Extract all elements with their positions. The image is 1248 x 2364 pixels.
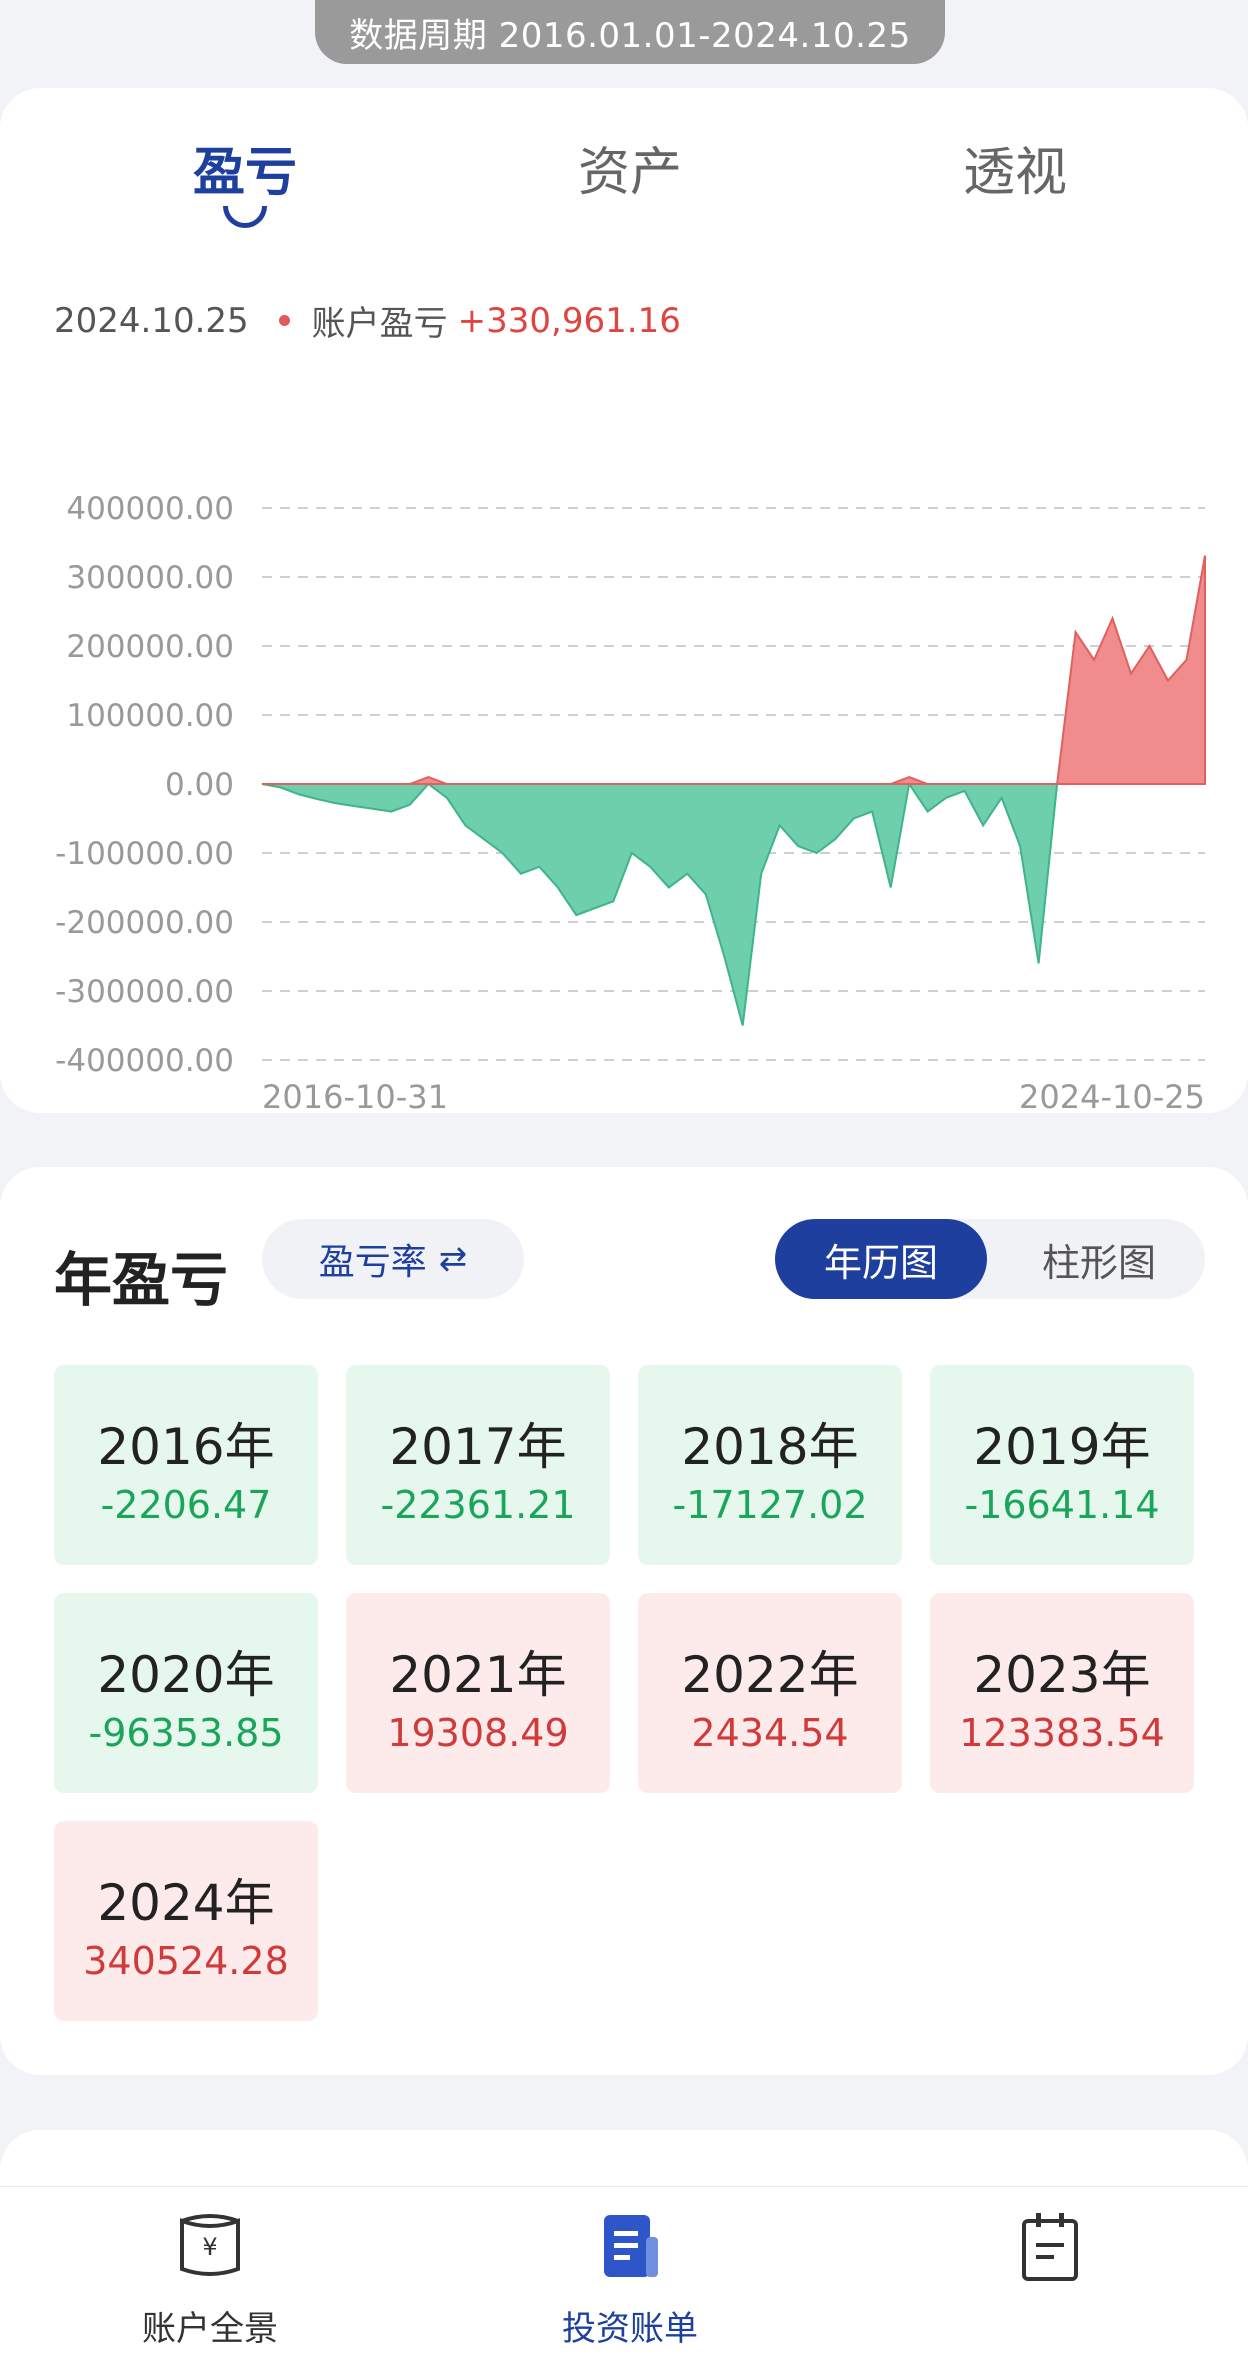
x-tick-label: 2016-10-31 — [262, 1078, 448, 1116]
pl-rate-toggle[interactable]: 盈亏率 ⇄ — [262, 1219, 524, 1299]
y-tick-label: 400000.00 — [66, 491, 234, 527]
tab-label: 资产 — [577, 143, 682, 203]
gain-area — [262, 555, 1206, 785]
tile-year: 2020年 — [97, 1646, 275, 1704]
toggle-label: 盈亏率 — [318, 1242, 427, 1283]
year-tile[interactable]: 2016年 -2206.47 — [54, 1365, 318, 1565]
y-tick-label: -300000.00 — [55, 974, 234, 1010]
y-tick-label: 100000.00 — [66, 698, 234, 734]
tab-label: 透视 — [962, 143, 1067, 203]
year-tile[interactable]: 2022年 2434.54 — [638, 1593, 902, 1793]
tile-value: -17127.02 — [672, 1483, 868, 1527]
tile-value: 340524.28 — [83, 1939, 289, 1983]
tile-year: 2017年 — [389, 1418, 567, 1476]
bill-document-icon — [604, 2215, 658, 2277]
y-tick-label: 200000.00 — [66, 629, 234, 665]
tile-year: 2018年 — [681, 1418, 859, 1476]
calendar-notepad-icon — [1022, 2213, 1078, 2281]
tile-value: 2434.54 — [691, 1711, 849, 1755]
year-tile[interactable]: 2019年 -16641.14 — [930, 1365, 1194, 1565]
wallet-yen-icon: ¥ — [180, 2214, 240, 2276]
tile-value: -96353.85 — [88, 1711, 284, 1755]
view-calendar[interactable]: 年历图 — [775, 1219, 987, 1299]
tile-value: -22361.21 — [380, 1483, 576, 1527]
tab-profit-loss[interactable]: 盈亏 — [145, 138, 345, 238]
pl-label: 账户盈亏 — [311, 304, 448, 344]
nav-account-overview[interactable]: ¥ 账户全景 — [80, 2207, 340, 2350]
pl-value: +330,961.16 — [457, 300, 681, 341]
pl-summary: 2024.10.25 账户盈亏 +330,961.16 — [54, 296, 681, 345]
tile-value: -2206.47 — [100, 1483, 272, 1527]
tile-year: 2024年 — [97, 1874, 275, 1932]
year-tile[interactable]: 2023年 123383.54 — [930, 1593, 1194, 1793]
swap-icon: ⇄ — [438, 1239, 468, 1279]
year-pl-card: 年盈亏 盈亏率 ⇄ 年历图 柱形图 2016年 -2206.47 2017年 -… — [0, 1167, 1248, 2075]
x-tick-label: 2024-10-25 — [1019, 1078, 1205, 1116]
svg-text:¥: ¥ — [202, 2233, 217, 2261]
nav-label: 账户全景 — [142, 2309, 278, 2349]
data-period-label: 数据周期 2016.01.01-2024.10.25 — [315, 0, 945, 64]
loss-area — [261, 781, 1205, 1026]
tile-value: 19308.49 — [387, 1711, 569, 1755]
tile-year: 2019年 — [973, 1418, 1151, 1476]
tile-year: 2021年 — [389, 1646, 567, 1704]
nav-notes[interactable] — [920, 2207, 1180, 2301]
nav-investment-bill[interactable]: 投资账单 — [500, 2207, 760, 2350]
year-tile[interactable]: 2018年 -17127.02 — [638, 1365, 902, 1565]
y-tick-label: -200000.00 — [55, 905, 234, 941]
year-tile[interactable]: 2024年 340524.28 — [54, 1821, 318, 2021]
year-tile[interactable]: 2017年 -22361.21 — [346, 1365, 610, 1565]
pl-area-chart[interactable]: 400000.00 300000.00 200000.00 100000.00 0.00… — [0, 396, 1248, 1116]
y-tick-label: 300000.00 — [66, 560, 234, 596]
active-tab-indicator — [223, 206, 267, 228]
tile-year: 2023年 — [973, 1646, 1151, 1704]
view-bar[interactable]: 柱形图 — [993, 1219, 1205, 1299]
pl-chart-card: 盈亏 资产 透视 2024.10.25 账户盈亏 +330,961.16 400… — [0, 88, 1248, 1116]
y-tick-label: 0.00 — [165, 767, 234, 803]
tile-value: -16641.14 — [964, 1483, 1160, 1527]
view-switch: 年历图 柱形图 — [775, 1219, 1205, 1299]
year-tile[interactable]: 2021年 19308.49 — [346, 1593, 610, 1793]
tab-label: 盈亏 — [192, 143, 297, 203]
tab-insight[interactable]: 透视 — [915, 138, 1115, 238]
legend-dot — [278, 315, 290, 326]
y-tick-label: -100000.00 — [55, 836, 234, 872]
tile-year: 2022年 — [681, 1646, 859, 1704]
section-title: 年盈亏 — [54, 1246, 229, 1314]
tile-year: 2016年 — [97, 1418, 275, 1476]
top-tabs: 盈亏 资产 透视 — [0, 138, 1248, 238]
pl-date: 2024.10.25 — [54, 300, 249, 341]
year-tile[interactable]: 2020年 -96353.85 — [54, 1593, 318, 1793]
y-tick-label: -400000.00 — [55, 1043, 234, 1079]
nav-label: 投资账单 — [562, 2309, 698, 2349]
bottom-nav: ¥ 账户全景 投资账单 — [0, 2186, 1248, 2364]
tab-assets[interactable]: 资产 — [530, 138, 730, 238]
tile-value: 123383.54 — [959, 1711, 1165, 1755]
